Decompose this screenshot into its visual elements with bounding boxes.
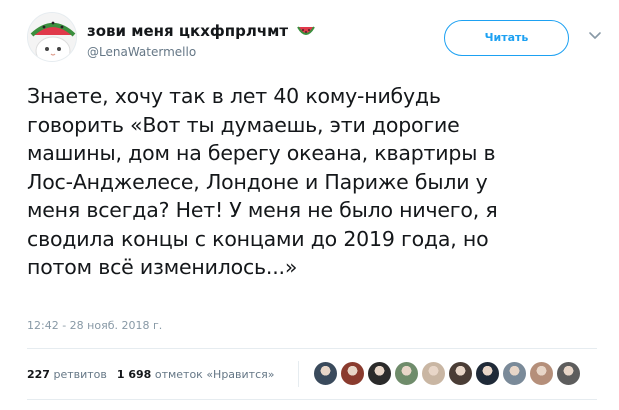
retweets-count: 227 [27, 368, 50, 381]
author-name-block[interactable]: зови меня цкхфпрлчмт [87, 20, 316, 40]
chevron-down-icon[interactable] [588, 29, 602, 43]
liker-avatar-4[interactable] [394, 361, 419, 386]
author-avatar[interactable] [27, 12, 77, 62]
liker-avatar-10[interactable] [556, 361, 581, 386]
tweet-text: Знаете, хочу так в лет 40 кому-нибудь го… [27, 84, 498, 279]
author-handle[interactable]: @LenaWatermello [87, 45, 196, 59]
retweets-label: ретвитов [53, 368, 107, 381]
likes-count: 1 698 [116, 368, 152, 381]
liker-avatar-3[interactable] [367, 361, 392, 386]
liker-avatar-9[interactable] [529, 361, 554, 386]
liker-avatar-1[interactable] [313, 361, 338, 386]
tweet-header: зови меня цкхфпрлчмт @LenaWatermello Чит… [27, 12, 601, 72]
tweet-stats: 227 ретвитов 1 698 отметок «Нравится» [27, 368, 275, 381]
liker-avatar-8[interactable] [502, 361, 527, 386]
liker-avatar-7[interactable] [475, 361, 500, 386]
liker-avatar-6[interactable] [448, 361, 473, 386]
likes-stat[interactable]: 1 698 отметок «Нравится» [117, 368, 275, 381]
retweets-stat[interactable]: 227 ретвитов [27, 368, 107, 381]
stats-divider [298, 361, 299, 387]
divider [27, 348, 597, 349]
follow-button[interactable]: Читать [444, 20, 569, 56]
likes-label: отметок «Нравится» [154, 368, 275, 381]
liker-avatar-5[interactable] [421, 361, 446, 386]
author-display-name[interactable]: зови меня цкхфпрлчмт [87, 22, 288, 40]
tweet-timestamp[interactable]: 12:42 - 28 нояб. 2018 г. [27, 319, 162, 332]
watermelon-icon [297, 25, 316, 35]
watermelon-cat-avatar-icon [28, 13, 76, 61]
divider [27, 399, 597, 400]
liker-avatar-2[interactable] [340, 361, 365, 386]
